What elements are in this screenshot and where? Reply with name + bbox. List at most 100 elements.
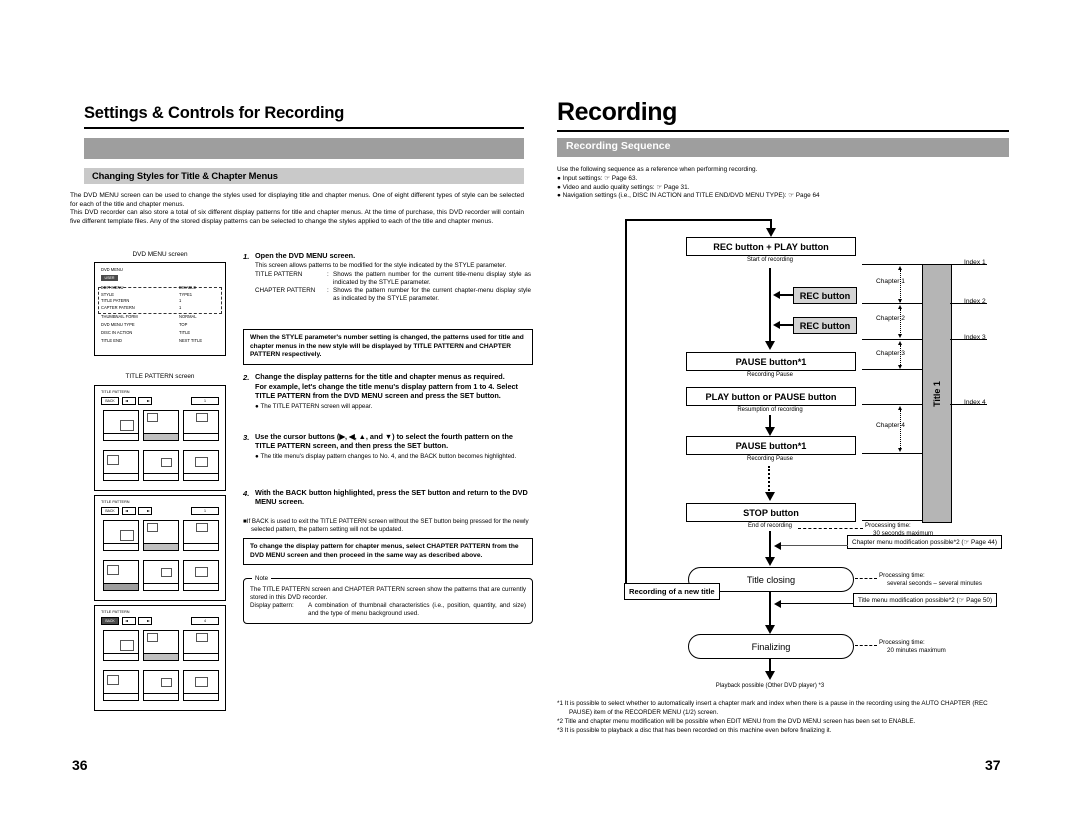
step-3-heading: Use the cursor buttons (▶, ◀, ▲, and ▼) …	[255, 432, 513, 450]
definition-row: TITLE PATTERN : Shows the pattern number…	[255, 271, 531, 287]
pattern-thumb-4[interactable]	[103, 560, 139, 591]
pattern-thumb-2[interactable]	[143, 410, 179, 441]
definition-term: CHAPTER PATTERN	[255, 286, 316, 294]
chapter-2-line	[900, 309, 902, 335]
finalizing-pill: Finalizing	[688, 634, 854, 659]
pattern-thumb-3[interactable]	[183, 630, 219, 661]
trunk-arrow-2	[764, 427, 775, 436]
pattern-thumb-3[interactable]	[183, 410, 219, 441]
pattern-thumb-1[interactable]	[103, 630, 139, 661]
title-pattern-label: TITLE PATTERN	[101, 390, 130, 394]
pattern-thumb-4[interactable]	[103, 450, 139, 481]
step-3-bullet-text: The title menu's display pattern changes…	[260, 452, 517, 460]
definition-desc: Shows the pattern number for the current…	[333, 286, 531, 302]
pattern-number-field: 1	[191, 507, 219, 516]
left-arrow-icon[interactable]	[122, 617, 136, 626]
recording-pause-caption-2: Recording Pause	[746, 456, 794, 462]
left-arrow-icon[interactable]	[122, 507, 136, 516]
step-3-bullet: ● The title menu's display pattern chang…	[255, 452, 517, 460]
pattern-thumb-5[interactable]	[143, 450, 179, 481]
pause-button-box-2[interactable]: PAUSE button*1	[686, 436, 856, 455]
dvd-menu-row: DVD MENU TYPE TOP	[101, 322, 219, 330]
chapter-label-1: Chapter 1	[876, 278, 905, 285]
dvd-menu-row-key: THUMBNAIL FORM	[101, 314, 138, 319]
index-label-2: Index 2	[964, 298, 986, 305]
index-tick-2	[950, 303, 962, 304]
dvd-menu-row: THUMBNAIL FORM NORMAL	[101, 314, 219, 322]
pattern-thumb-1[interactable]	[103, 520, 139, 551]
play-or-pause-button-box[interactable]: PLAY button or PAUSE button	[686, 387, 856, 406]
index-label-1: Index 1	[964, 259, 986, 266]
pause-button-box-1[interactable]: PAUSE button*1	[686, 352, 856, 371]
chapter-label-3: Chapter 3	[876, 350, 905, 357]
step-3: 3. Use the cursor buttons (▶, ◀, ▲, and …	[243, 432, 531, 461]
definition-term: TITLE PATTERN	[255, 270, 303, 278]
back-button[interactable]: BACK	[101, 397, 119, 406]
pattern-thumb-2[interactable]	[143, 630, 179, 661]
trunk-arrow-3	[764, 557, 775, 566]
right-arrow-icon[interactable]	[138, 507, 152, 516]
playback-possible-caption: Playback possible (Other DVD player) *3	[715, 683, 825, 689]
pattern-thumb-3[interactable]	[183, 520, 219, 551]
dvd-menu-row-key: DVD MENU TYPE	[101, 322, 135, 327]
trunk-arrow-4	[764, 625, 775, 634]
index-tick-3	[950, 339, 962, 340]
trunk-arrow-5	[764, 671, 775, 680]
rec-button-box-2[interactable]: REC button	[793, 317, 857, 334]
dvd-menu-row-key: CAPTER PATERN	[101, 304, 135, 310]
title-callout-line	[781, 603, 854, 605]
left-intro-text: The DVD MENU screen can be used to chang…	[70, 192, 524, 226]
step-1-heading: Open the DVD MENU screen.	[255, 251, 356, 260]
resumption-caption: Resumption of recording	[737, 407, 803, 413]
pattern-thumb-6[interactable]	[183, 560, 219, 591]
index-label-4: Index 4	[964, 399, 986, 406]
note-title: Note	[252, 575, 272, 583]
step-2-bullet-text: The TITLE PATTERN screen will appear.	[260, 402, 373, 410]
left-page-title: Settings & Controls for Recording	[84, 104, 345, 122]
dvd-menu-user-chip: USER	[101, 275, 118, 281]
dvd-menu-row: DISC IN ACTION TITLE	[101, 330, 219, 338]
step-1-number: 1.	[243, 252, 250, 261]
intro-bullet: ● Navigation settings (i.e., DISC IN ACT…	[557, 192, 820, 200]
left-title-rule	[84, 127, 524, 129]
dvd-menu-caption: DVD MENU screen	[132, 251, 188, 258]
step-2-text: For example, let's change the title menu…	[255, 381, 518, 400]
dvd-menu-row-key: DISC IN ACTION	[101, 330, 133, 335]
rec-2-connector	[780, 324, 794, 326]
pattern-thumb-2[interactable]	[143, 520, 179, 551]
title-pattern-screen-2: TITLE PATTERN BACK 1	[94, 495, 226, 601]
intro-lead: Use the following sequence as a referenc…	[557, 166, 758, 173]
title-pattern-caption: TITLE PATTERN screen	[125, 373, 195, 380]
back-button[interactable]: BACK	[101, 617, 119, 626]
dotted-trunk	[768, 466, 770, 494]
right-arrow-icon[interactable]	[138, 397, 152, 406]
note-line-1: The TITLE PATTERN screen and CHAPTER PAT…	[250, 586, 526, 601]
intro-bullet: ● Video and audio quality settings: ☞ Pa…	[557, 183, 690, 191]
pattern-thumb-1[interactable]	[103, 410, 139, 441]
pattern-number-field: 4	[191, 617, 219, 626]
pattern-thumb-6[interactable]	[183, 450, 219, 481]
title-pattern-screen-1: TITLE PATTERN BACK 1	[94, 385, 226, 491]
dvd-menu-row-value: NORMAL	[179, 314, 197, 319]
trunk-line-1	[768, 268, 772, 343]
dvd-menu-row-value: 1	[179, 304, 182, 310]
right-arrow-icon[interactable]	[138, 617, 152, 626]
step-1-text: This screen allows patterns to be modifi…	[255, 261, 507, 269]
note-term: Display pattern:	[250, 601, 294, 609]
stop-button-box[interactable]: STOP button	[686, 503, 856, 522]
title-1-label: Title 1	[932, 380, 942, 407]
pause-rule-2	[862, 453, 922, 454]
pattern-thumb-5[interactable]	[143, 670, 179, 701]
pattern-thumb-5[interactable]	[143, 560, 179, 591]
title-menu-modification-callout: Title menu modification possible*2 (☞ Pa…	[853, 593, 998, 607]
chapter-4-line	[900, 410, 902, 448]
back-button[interactable]: BACK	[101, 507, 119, 516]
chapter-3-arrow-down	[898, 365, 902, 369]
trunk-line-3	[768, 531, 772, 559]
dvd-menu-screen-title: DVD MENU	[101, 267, 123, 272]
rec-play-button-box[interactable]: REC button + PLAY button	[686, 237, 856, 256]
left-arrow-icon[interactable]	[122, 397, 136, 406]
pattern-thumb-4[interactable]	[103, 670, 139, 701]
pattern-thumb-6[interactable]	[183, 670, 219, 701]
rec-button-box-1[interactable]: REC button	[793, 287, 857, 304]
